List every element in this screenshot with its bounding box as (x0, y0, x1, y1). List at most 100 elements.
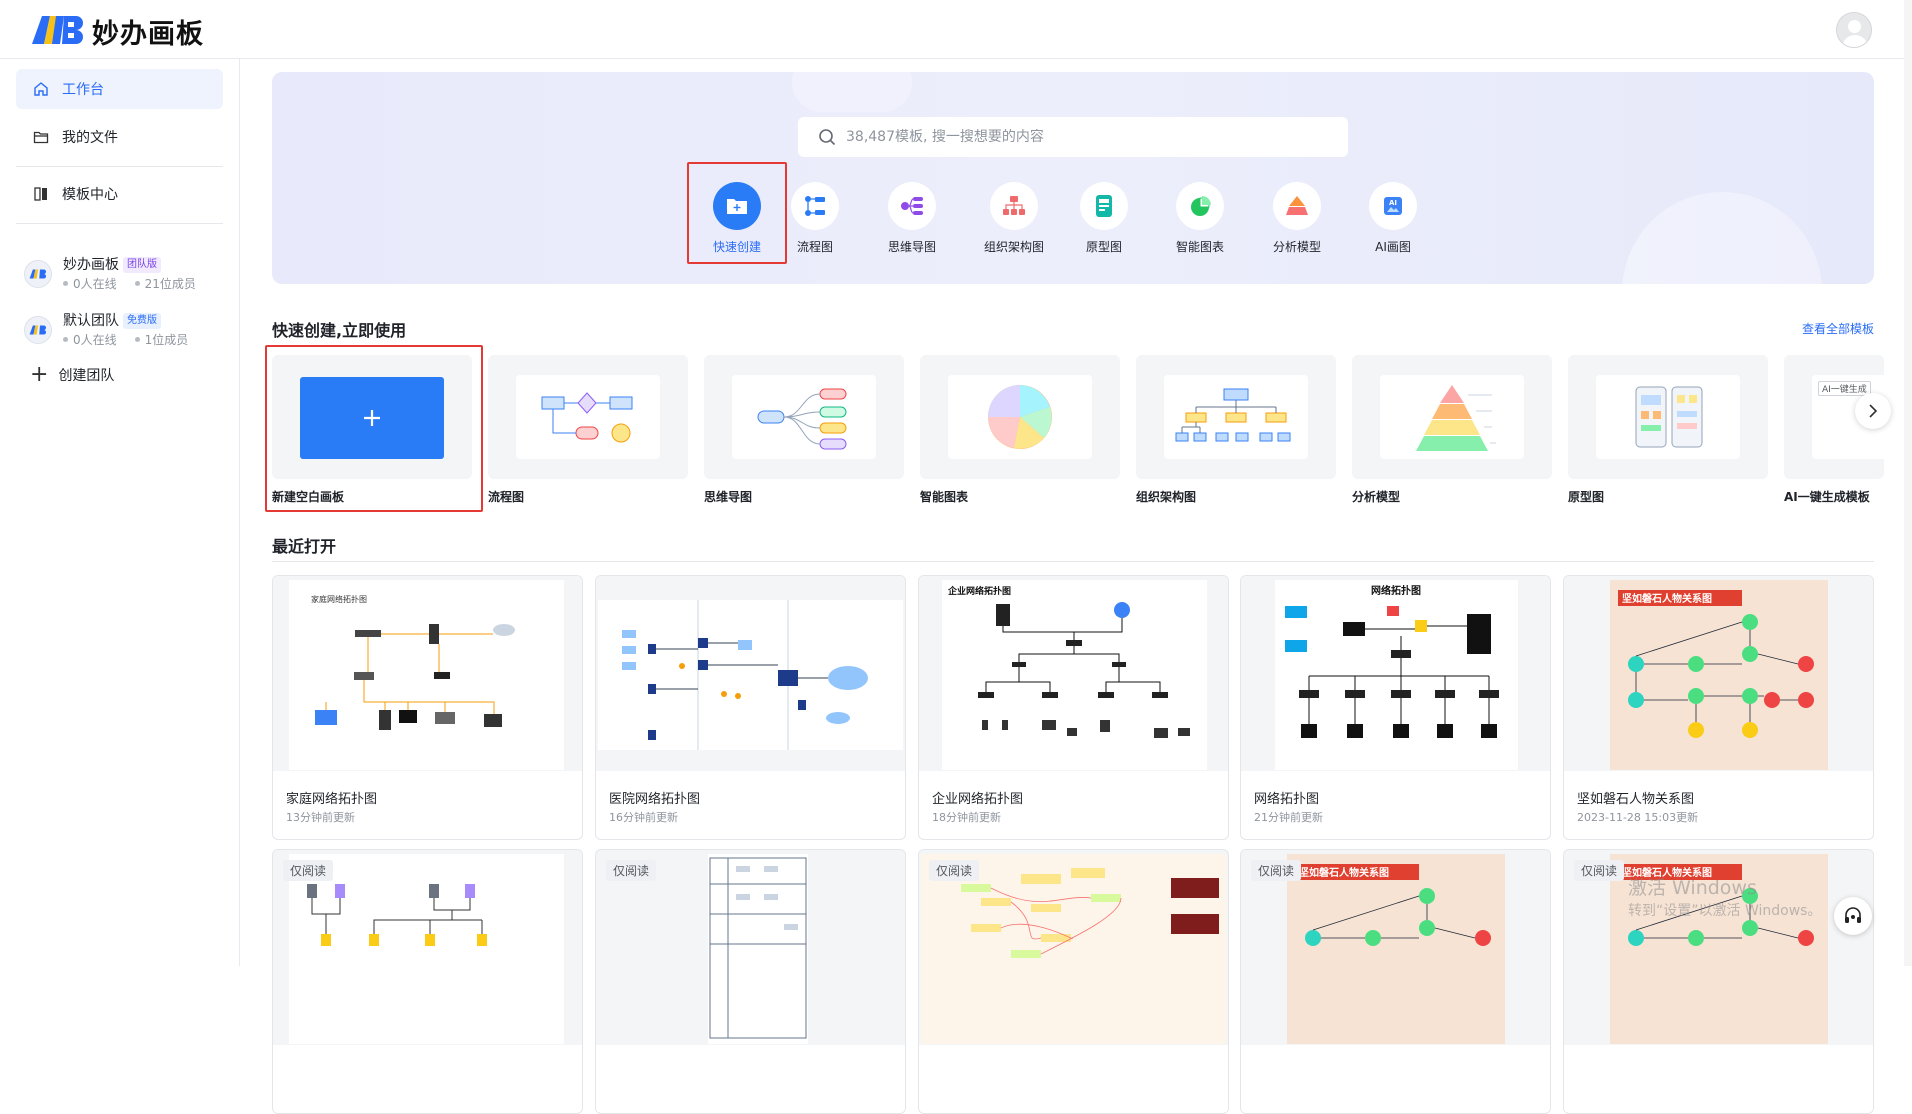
sidebar-divider (16, 166, 223, 167)
file-title: 企业网络拓扑图 (932, 792, 1024, 807)
pie-chart-icon (1191, 196, 1211, 216)
sidebar-item-templates[interactable]: 模板中心 (16, 174, 223, 214)
recent-file-card[interactable]: 企业网络拓扑图 企业网络拓扑图 18分钟前更新 (918, 575, 1229, 840)
mindmap-preview (757, 388, 847, 450)
template-card-mindmap[interactable] (704, 355, 904, 479)
section-title-recent: 最近打开 (272, 537, 337, 556)
file-updated-time: 16分钟前更新 (609, 811, 678, 824)
tool-prototype[interactable]: 原型图 (1064, 182, 1144, 255)
org-chart-preview (1175, 388, 1291, 442)
file-thumbnail: 企业网络拓扑图 (919, 576, 1228, 771)
help-button[interactable] (1834, 897, 1872, 935)
recent-file-card[interactable]: 仅阅读 坚如磐石人物关系图 (1240, 849, 1551, 1114)
tool-smart-chart[interactable]: 智能图表 (1160, 182, 1240, 255)
search-bar[interactable] (798, 117, 1348, 157)
tool-label: 思维导图 (887, 240, 936, 254)
svg-text:AI: AI (1389, 199, 1397, 207)
team-name: 妙办画板 (63, 257, 119, 273)
org-chart-icon (1003, 196, 1025, 215)
recent-file-card[interactable]: 家庭网络拓扑图 家庭网络拓扑图 13分钟前更新 (272, 575, 583, 840)
pyramid-icon (1286, 196, 1308, 215)
recent-file-card[interactable]: 仅阅读 (918, 849, 1229, 1114)
recent-file-card[interactable]: 网络拓扑图 网络拓扑图 21分钟前更新 (1240, 575, 1551, 840)
home-icon (32, 80, 50, 98)
tool-mindmap[interactable]: 思维导图 (872, 182, 952, 255)
team-online-count: 0人在线 (73, 277, 117, 291)
template-card-analysis-model[interactable] (1352, 355, 1552, 479)
recent-file-card[interactable]: 坚如磐石人物关系图 坚如磐石人物关系图 2023-11-28 15:03更新 (1563, 575, 1874, 840)
file-updated-time: 13分钟前更新 (286, 811, 355, 824)
team-member-count: 21位成员 (144, 277, 196, 291)
section-divider (272, 561, 1874, 562)
file-title: 家庭网络拓扑图 (286, 792, 378, 807)
search-input[interactable] (846, 129, 1326, 145)
file-updated-time: 21分钟前更新 (1254, 811, 1323, 824)
relationship-diagram-preview: 坚如磐石人物关系图 (1618, 590, 1814, 738)
template-label: 分析模型 (1352, 490, 1401, 504)
read-only-badge: 仅阅读 (283, 860, 334, 881)
flowchart-icon (805, 196, 825, 216)
template-label: 流程图 (488, 490, 525, 504)
team-avatar (24, 316, 52, 344)
template-card-prototype[interactable] (1568, 355, 1768, 479)
tool-flowchart[interactable]: 流程图 (775, 182, 855, 255)
template-label: 思维导图 (704, 490, 753, 504)
network-diagram-preview (622, 600, 868, 750)
tool-org-chart[interactable]: 组织架构图 (964, 182, 1064, 255)
team-item[interactable]: 妙办画板 团队版 0人在线 21位成员 (24, 254, 224, 294)
tool-label: 分析模型 (1272, 240, 1321, 254)
create-team-button[interactable]: + 创建团队 (30, 364, 114, 386)
highlight-box (687, 162, 787, 264)
see-all-templates-link[interactable]: 查看全部模板 (1802, 320, 1874, 337)
sidebar-item-workbench[interactable]: 工作台 (16, 69, 223, 109)
top-bar: 妙办画板 (0, 0, 1912, 59)
read-only-badge: 仅阅读 (1251, 860, 1302, 881)
logo-icon[interactable] (30, 14, 86, 46)
create-team-label: 创建团队 (58, 368, 115, 384)
thumb-title: 坚如磐石人物关系图 (1299, 866, 1389, 879)
flowchart-preview (709, 857, 807, 1039)
recent-file-card[interactable]: 医院网络拓扑图 16分钟前更新 (595, 575, 906, 840)
template-label: 智能图表 (920, 490, 969, 504)
template-card-flowchart[interactable] (488, 355, 688, 479)
file-updated-time: 18分钟前更新 (932, 811, 1001, 824)
network-diagram-preview: 家庭网络拓扑图 (311, 594, 515, 730)
read-only-badge: 仅阅读 (929, 860, 980, 881)
thumb-title: 坚如磐石人物关系图 (1622, 592, 1712, 605)
sidebar-item-my-files[interactable]: 我的文件 (16, 117, 223, 157)
chevron-right-icon (1869, 404, 1878, 418)
template-icon (32, 185, 50, 203)
read-only-badge: 仅阅读 (1574, 860, 1625, 881)
next-arrow-button[interactable] (1855, 393, 1891, 429)
template-card-org-chart[interactable] (1136, 355, 1336, 479)
recent-file-card[interactable]: 仅阅读 (595, 849, 906, 1114)
folder-icon (32, 128, 50, 146)
network-diagram-preview: 网络拓扑图 (1285, 584, 1499, 738)
tool-label: AI画图 (1375, 240, 1411, 254)
tool-label: 流程图 (796, 240, 833, 254)
section-title-quick-create: 快速创建,立即使用 (272, 321, 407, 340)
ai-tag: AI一键生成 (1818, 381, 1871, 396)
recent-file-card[interactable]: 仅阅读 (272, 849, 583, 1114)
file-title: 坚如磐石人物关系图 (1577, 792, 1695, 807)
sidebar-divider (16, 223, 223, 224)
sidebar-item-label: 工作台 (62, 82, 104, 98)
team-item[interactable]: 默认团队 免费版 0人在线 1位成员 (24, 310, 224, 350)
team-online-count: 0人在线 (73, 333, 117, 347)
tool-label: 原型图 (1085, 240, 1122, 254)
hero-banner: 快速创建 流程图 思维导图 组织架构图 原型图 智能图表 分析模型 AI AI画… (272, 72, 1874, 284)
file-thumbnail: 家庭网络拓扑图 (273, 576, 582, 771)
template-card-smart-chart[interactable] (920, 355, 1120, 479)
prototype-icon (1096, 195, 1112, 217)
template-label: 原型图 (1568, 490, 1605, 504)
template-label: 组织架构图 (1136, 490, 1197, 504)
tool-label: 组织架构图 (983, 240, 1044, 254)
team-name: 默认团队 (63, 313, 119, 329)
file-thumbnail (596, 576, 905, 771)
file-updated-time: 2023-11-28 15:03更新 (1577, 811, 1699, 824)
vertical-scrollbar[interactable] (1904, 0, 1912, 966)
tool-analysis-model[interactable]: 分析模型 (1257, 182, 1337, 255)
tool-ai-drawing[interactable]: AI AI画图 (1353, 182, 1433, 255)
user-avatar[interactable] (1836, 12, 1872, 48)
file-thumbnail: 网络拓扑图 (1241, 576, 1550, 771)
